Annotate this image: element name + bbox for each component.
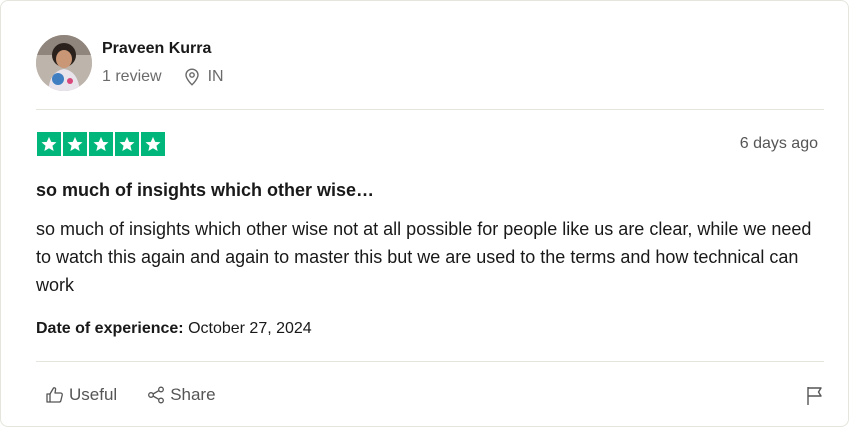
date-of-experience: Date of experience: October 27, 2024: [36, 319, 312, 339]
footer-divider: [36, 361, 824, 362]
header-divider: [36, 109, 824, 110]
avatar[interactable]: [36, 35, 92, 91]
useful-button[interactable]: Useful: [45, 385, 117, 405]
share-icon: [148, 386, 165, 404]
reviewer-name[interactable]: Praveen Kurra: [102, 39, 224, 59]
useful-label: Useful: [69, 385, 118, 404]
reviewer-header: Praveen Kurra 1 review IN: [36, 35, 224, 91]
thumbs-up-icon: [46, 387, 63, 403]
reviewer-meta: 1 review IN: [102, 67, 224, 87]
star-icon: [141, 132, 165, 156]
star-icon: [115, 132, 139, 156]
experience-label: Date of experience:: [36, 320, 184, 337]
reviewer-info: Praveen Kurra 1 review IN: [102, 39, 224, 87]
reviewer-location: IN: [184, 67, 224, 87]
review-count: 1 review: [102, 68, 162, 85]
avatar-photo-icon: [36, 35, 92, 91]
star-rating: [37, 132, 165, 156]
flag-icon: [807, 387, 822, 405]
reviewer-country: IN: [207, 68, 224, 85]
review-actions: Useful Share: [45, 385, 216, 405]
share-label: Share: [170, 385, 216, 404]
experience-date: October 27, 2024: [188, 320, 312, 337]
review-body: so much of insights which other wise not…: [36, 219, 812, 295]
share-button[interactable]: Share: [146, 385, 216, 405]
report-button[interactable]: [806, 386, 824, 411]
review-card: Praveen Kurra 1 review IN 6 days ago so …: [0, 0, 849, 427]
review-title[interactable]: so much of insights which other wise…: [36, 179, 374, 201]
star-icon: [63, 132, 87, 156]
star-icon: [89, 132, 113, 156]
location-pin-icon: [184, 68, 199, 86]
review-date: 6 days ago: [739, 135, 818, 152]
star-icon: [37, 132, 61, 156]
